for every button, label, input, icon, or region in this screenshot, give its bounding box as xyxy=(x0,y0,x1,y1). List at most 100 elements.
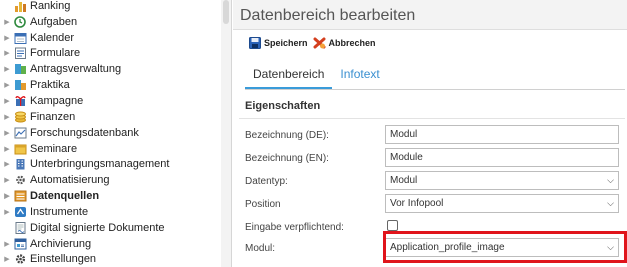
sidebar-item-archivierung[interactable]: ▶ Archivierung xyxy=(0,236,222,252)
sidebar-item-praktika[interactable]: ▶ Praktika xyxy=(0,77,222,93)
sidebar-item-aufgaben[interactable]: ▶ Aufgaben xyxy=(0,14,222,30)
sidebar-item-seminare[interactable]: ▶ Seminare xyxy=(0,141,222,157)
automation-icon xyxy=(14,174,27,186)
seminars-icon xyxy=(14,143,27,155)
expand-arrow-icon[interactable]: ▶ xyxy=(0,18,14,26)
sidebar-item-label: Digital signierte Dokumente xyxy=(30,221,165,234)
applications-icon xyxy=(14,63,27,75)
field-row-module: Modul: Application_profile_image ⌵ xyxy=(245,238,625,261)
forms-icon xyxy=(14,47,27,60)
sidebar-item-einstellungen[interactable]: ▶ Einstellungen xyxy=(0,252,222,267)
expand-arrow-icon[interactable]: ▶ xyxy=(0,255,14,263)
sidebar-item-antragsverwaltung[interactable]: ▶ Antragsverwaltung xyxy=(0,61,222,77)
sidebar-item-unterbringungsmanagement[interactable]: ▶ Unterbringungsmanagement xyxy=(0,156,222,172)
sidebar-scrollbar[interactable] xyxy=(221,0,231,267)
sidebar-item-digital-signierte-dokumente[interactable]: ▶Digital signierte Dokumente xyxy=(0,220,222,236)
sidebar-item-kalender[interactable]: ▶ Kalender xyxy=(0,30,222,46)
tab-infotext[interactable]: Infotext xyxy=(332,66,387,89)
sidebar-item-label: Instrumente xyxy=(30,205,89,218)
sidebar-item-label: Aufgaben xyxy=(30,15,78,28)
sidebar-item-forschungsdatenbank[interactable]: ▶ Forschungsdatenbank xyxy=(0,125,222,141)
cancel-icon xyxy=(313,37,326,49)
tab-bar: Datenbereich Infotext xyxy=(245,66,625,90)
navigation-tree: ▶Ranking▶Aufgaben▶Kalender▶Formulare▶Ant… xyxy=(0,0,222,267)
position-label: Position xyxy=(245,199,281,210)
expand-arrow-icon[interactable]: ▶ xyxy=(0,49,14,57)
sidebar-item-automatisierung[interactable]: ▶ Automatisierung xyxy=(0,172,222,188)
data-sources-icon xyxy=(14,190,27,202)
scrollbar-thumb[interactable] xyxy=(223,0,229,24)
sidebar-item-label: Unterbringungsmanagement xyxy=(30,158,170,171)
module-label: Modul: xyxy=(245,243,276,254)
cancel-button-label: Abbrechen xyxy=(328,38,376,48)
expand-arrow-icon[interactable]: ▶ xyxy=(0,65,14,73)
sidebar-item-label: Formulare xyxy=(30,47,81,60)
sidebar-item-label: Archivierung xyxy=(30,237,92,250)
sidebar-item-label: Antragsverwaltung xyxy=(30,63,122,76)
sidebar-item-label: Automatisierung xyxy=(30,174,110,187)
expand-arrow-icon[interactable]: ▶ xyxy=(0,81,14,89)
settings-icon xyxy=(14,253,27,265)
sidebar-item-ranking[interactable]: ▶Ranking xyxy=(0,0,222,14)
expand-arrow-icon[interactable]: ▶ xyxy=(0,208,14,216)
sidebar-item-label: Kalender xyxy=(30,31,75,44)
sidebar-item-label: Finanzen xyxy=(30,110,76,123)
module-select[interactable]: Application_profile_image ⌵ xyxy=(385,238,619,257)
module-selected-value: Application_profile_image xyxy=(390,242,505,253)
sidebar-item-label: Seminare xyxy=(30,142,78,155)
required-label: Eingabe verpflichtend: xyxy=(245,222,344,233)
required-checkbox[interactable] xyxy=(387,220,398,231)
field-row-datatype: Datentyp: Modul ⌵ xyxy=(245,171,625,194)
expand-arrow-icon[interactable]: ▶ xyxy=(0,129,14,137)
expand-arrow-icon[interactable]: ▶ xyxy=(0,192,14,200)
name-en-label: Bezeichnung (EN): xyxy=(245,153,329,164)
ranking-icon xyxy=(14,0,27,12)
datatype-select[interactable]: Modul ⌵ xyxy=(385,171,619,190)
sidebar-item-datenquellen[interactable]: ▶ Datenquellen xyxy=(0,188,222,204)
save-button-label: Speichern xyxy=(264,38,308,48)
section-title: Eigenschaften xyxy=(245,100,321,112)
expand-arrow-icon[interactable]: ▶ xyxy=(0,34,14,42)
expand-arrow-icon[interactable]: ▶ xyxy=(0,240,14,248)
internship-icon xyxy=(14,79,27,91)
sidebar-item-instrumente[interactable]: ▶ Instrumente xyxy=(0,204,222,220)
position-selected-value: Vor Infopool xyxy=(390,198,444,209)
expand-arrow-icon[interactable]: ▶ xyxy=(0,145,14,153)
sidebar-item-label: Kampagne xyxy=(30,94,84,107)
signed-documents-icon xyxy=(14,221,27,234)
save-button[interactable]: Speichern xyxy=(249,37,308,49)
accommodation-icon xyxy=(14,158,27,170)
expand-arrow-icon[interactable]: ▶ xyxy=(0,160,14,168)
instruments-icon xyxy=(14,206,27,218)
research-database-icon xyxy=(14,127,27,139)
tab-datenbereich[interactable]: Datenbereich xyxy=(245,66,333,89)
field-row-name-en: Bezeichnung (EN): Module xyxy=(245,148,625,171)
sidebar-item-kampagne[interactable]: ▶ Kampagne xyxy=(0,93,222,109)
calendar-icon xyxy=(14,32,27,44)
cancel-button[interactable]: Abbrechen xyxy=(313,37,376,49)
sidebar-item-label: Einstellungen xyxy=(30,253,97,266)
page-title: Datenbereich bearbeiten xyxy=(233,0,627,30)
name-en-input[interactable]: Module xyxy=(385,148,619,167)
sidebar-tree: ▶Ranking▶Aufgaben▶Kalender▶Formulare▶Ant… xyxy=(0,0,232,267)
expand-arrow-icon[interactable]: ▶ xyxy=(0,97,14,105)
toolbar: Speichern Abbrechen xyxy=(233,30,627,56)
datatype-label: Datentyp: xyxy=(245,176,288,187)
datatype-selected-value: Modul xyxy=(390,175,418,186)
chevron-down-icon: ⌵ xyxy=(607,198,614,208)
campaign-icon xyxy=(14,95,27,107)
sidebar-item-finanzen[interactable]: ▶ Finanzen xyxy=(0,109,222,125)
name-de-input[interactable]: Modul xyxy=(385,125,619,144)
position-select[interactable]: Vor Infopool ⌵ xyxy=(385,194,619,213)
expand-arrow-icon[interactable]: ▶ xyxy=(0,176,14,184)
expand-arrow-icon[interactable]: ▶ xyxy=(0,113,14,121)
chevron-down-icon: ⌵ xyxy=(607,242,614,252)
sidebar-item-label: Ranking xyxy=(30,0,71,12)
main-panel: Datenbereich bearbeiten Speichern Abbrec… xyxy=(233,0,627,267)
sidebar-item-label: Datenquellen xyxy=(30,190,100,203)
floppy-disk-icon xyxy=(249,37,261,49)
sidebar-item-formulare[interactable]: ▶ Formulare xyxy=(0,46,222,62)
field-row-required: Eingabe verpflichtend: xyxy=(245,217,625,240)
sidebar-item-label: Praktika xyxy=(30,79,70,92)
finance-icon xyxy=(14,111,27,123)
